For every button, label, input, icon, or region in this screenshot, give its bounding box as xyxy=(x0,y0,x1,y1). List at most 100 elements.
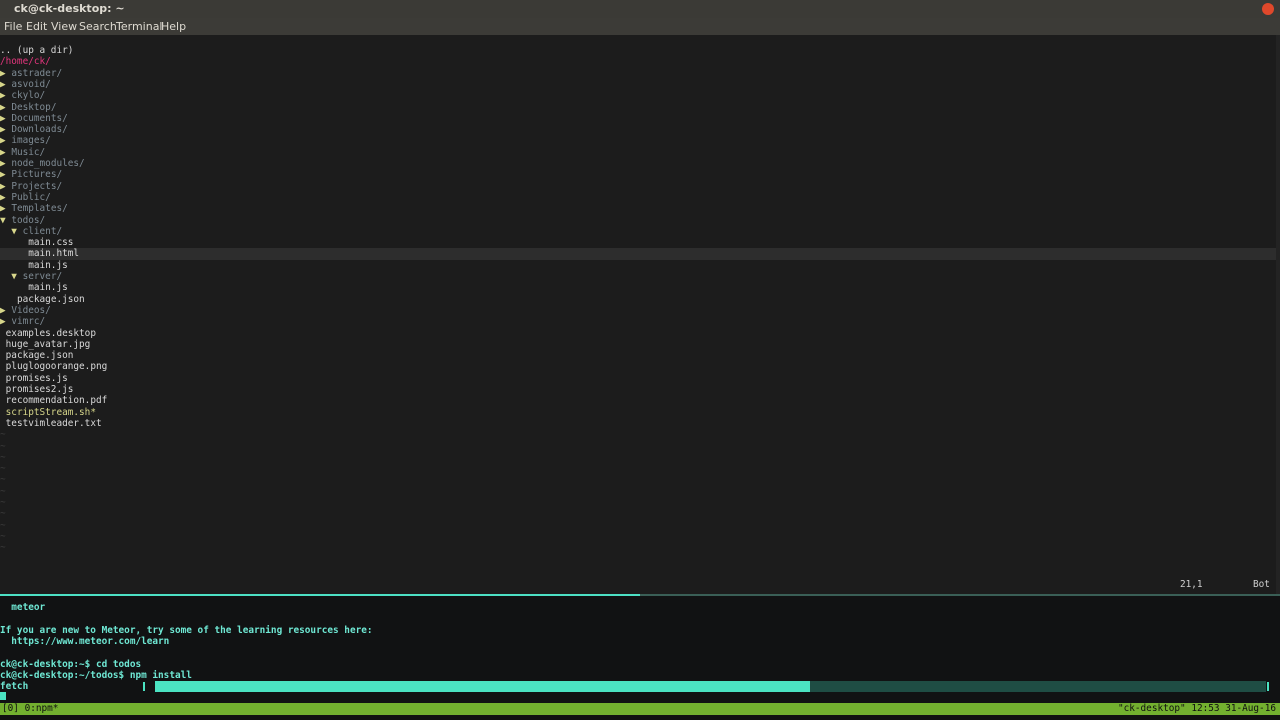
tree-directory[interactable]: ▶ Pictures/ xyxy=(0,169,1276,180)
window-bottom-edge xyxy=(0,715,1280,720)
npm-progress-fill xyxy=(155,681,811,692)
tmux-host-clock: "ck-desktop" 12:53 31-Aug-16 xyxy=(1117,703,1276,714)
tree-item-name: main.js xyxy=(28,282,68,294)
tree-item-name: promises.js xyxy=(5,372,68,384)
tree-item-name: Downloads/ xyxy=(11,124,68,136)
menu-view[interactable]: View xyxy=(51,20,77,33)
tree-file[interactable]: testvimleader.txt xyxy=(0,418,1276,429)
terminal-line: If you are new to Meteor, try some of th… xyxy=(0,624,373,636)
progress-spinner xyxy=(143,682,145,691)
tree-directory[interactable]: ▶ ckylo/ xyxy=(0,90,1276,101)
tree-up-dir[interactable]: .. (up a dir) xyxy=(0,45,1276,56)
tree-directory[interactable]: ▶ Public/ xyxy=(0,192,1276,203)
tree-directory[interactable]: ▼ server/ xyxy=(0,271,1276,282)
tree-directory[interactable]: ▼ client/ xyxy=(0,226,1276,237)
tree-item-name: main.js xyxy=(28,259,68,271)
terminal-cursor xyxy=(0,692,6,700)
scrollbar[interactable] xyxy=(1276,35,1280,595)
tree-item-name: ckylo/ xyxy=(11,90,46,102)
tree-item-name: Projects/ xyxy=(11,180,63,192)
empty-line-marker: ~ xyxy=(0,542,6,554)
tree-item-name: Templates/ xyxy=(11,203,68,215)
tree-file[interactable]: promises2.js xyxy=(0,384,1276,395)
tree-item-name: main.html xyxy=(28,248,80,260)
tree-item-name: Music/ xyxy=(11,146,46,158)
tree-file[interactable]: package.json xyxy=(0,294,1276,305)
tree-item-name: Documents/ xyxy=(11,112,68,124)
tree-item-name: huge_avatar.jpg xyxy=(5,338,91,350)
empty-line-marker: ~ xyxy=(0,530,6,542)
tree-file[interactable]: scriptStream.sh* xyxy=(0,407,1276,418)
terminal-line: fetch xyxy=(0,681,29,693)
menu-file[interactable]: File xyxy=(4,20,22,33)
tree-item-name: scriptStream.sh* xyxy=(5,406,96,418)
tree-item-name: main.css xyxy=(28,237,74,249)
menu-terminal[interactable]: Terminal xyxy=(116,20,163,33)
empty-line-marker: ~ xyxy=(0,485,6,497)
progress-end-marker xyxy=(1267,682,1269,691)
tree-file[interactable]: main.js xyxy=(0,260,1276,271)
tree-directory[interactable]: ▼ todos/ xyxy=(0,215,1276,226)
empty-line-marker: ~ xyxy=(0,440,6,452)
npm-progress-bar xyxy=(155,681,1266,692)
tree-item-name: asvoid/ xyxy=(11,78,51,90)
tree-item-name: todos/ xyxy=(11,214,46,226)
tmux-window-list[interactable]: [0] 0:npm* xyxy=(2,703,58,715)
file-tree: .. (up a dir) /home/ck/ ▶ astrader/▶ asv… xyxy=(0,45,1276,590)
tree-file[interactable]: examples.desktop xyxy=(0,328,1276,339)
tree-file[interactable]: main.css xyxy=(0,237,1276,248)
tree-file[interactable]: huge_avatar.jpg xyxy=(0,339,1276,350)
window-title: ck@ck-desktop: ~ xyxy=(14,2,125,15)
tree-directory[interactable]: ▶ Projects/ xyxy=(0,181,1276,192)
tree-file[interactable]: promises.js xyxy=(0,373,1276,384)
terminal-line: ck@ck-desktop:~$ cd todos xyxy=(0,658,142,670)
tree-directory[interactable]: ▶ astrader/ xyxy=(0,68,1276,79)
tree-directory[interactable]: ▶ Documents/ xyxy=(0,113,1276,124)
tree-directory[interactable]: ▶ Music/ xyxy=(0,147,1276,158)
tree-item-name: recommendation.pdf xyxy=(5,395,108,407)
tree-file[interactable]: main.js xyxy=(0,282,1276,293)
tree-item-name: images/ xyxy=(11,135,51,147)
tree-file[interactable]: pluglogoorange.png xyxy=(0,361,1276,372)
tree-directory[interactable]: ▶ Downloads/ xyxy=(0,124,1276,135)
tree-item-name: package.json xyxy=(5,350,74,362)
tree-item-name: examples.desktop xyxy=(5,327,96,339)
tree-file[interactable]: main.html xyxy=(0,248,1276,260)
menu-help[interactable]: Help xyxy=(161,20,186,33)
close-icon[interactable] xyxy=(1262,3,1274,15)
tree-item-name: pluglogoorange.png xyxy=(5,361,108,373)
empty-line-marker: ~ xyxy=(0,474,6,486)
tree-directory[interactable]: ▶ Videos/ xyxy=(0,305,1276,316)
empty-line-marker: ~ xyxy=(0,508,6,520)
menu-bar: File Edit View Search Terminal Help xyxy=(0,18,1280,35)
tree-item-name: Videos/ xyxy=(11,304,51,316)
tree-item-name: testvimleader.txt xyxy=(5,417,102,429)
terminal-line: meteor xyxy=(0,602,46,613)
tree-item-name: package.json xyxy=(16,293,85,305)
tree-directory[interactable]: ▶ asvoid/ xyxy=(0,79,1276,90)
tree-file[interactable]: recommendation.pdf xyxy=(0,395,1276,406)
tree-directory[interactable]: ▶ Templates/ xyxy=(0,203,1276,214)
tmux-status-bar: [0] 0:npm* "ck-desktop" 12:53 31-Aug-16 xyxy=(0,703,1280,715)
tree-item-name: promises2.js xyxy=(5,384,74,395)
tree-item-name: client/ xyxy=(22,225,63,237)
tree-directory[interactable]: ▶ node_modules/ xyxy=(0,158,1276,169)
empty-line-marker: ~ xyxy=(0,451,6,463)
tree-directory[interactable]: ▶ images/ xyxy=(0,135,1276,146)
tree-file[interactable]: package.json xyxy=(0,350,1276,361)
vim-statusline: 21,1 Bot xyxy=(0,579,1276,591)
menu-search[interactable]: Search xyxy=(79,20,117,33)
menu-edit[interactable]: Edit xyxy=(26,20,47,33)
tree-directory[interactable]: ▶ vimrc/ xyxy=(0,316,1276,327)
empty-line-marker: ~ xyxy=(0,519,6,531)
tree-item-name: node_modules/ xyxy=(11,158,85,169)
terminal-line: ck@ck-desktop:~/todos$ npm install xyxy=(0,669,192,681)
empty-line-marker: ~ xyxy=(0,497,6,508)
tree-directory[interactable]: ▶ Desktop/ xyxy=(0,102,1276,113)
